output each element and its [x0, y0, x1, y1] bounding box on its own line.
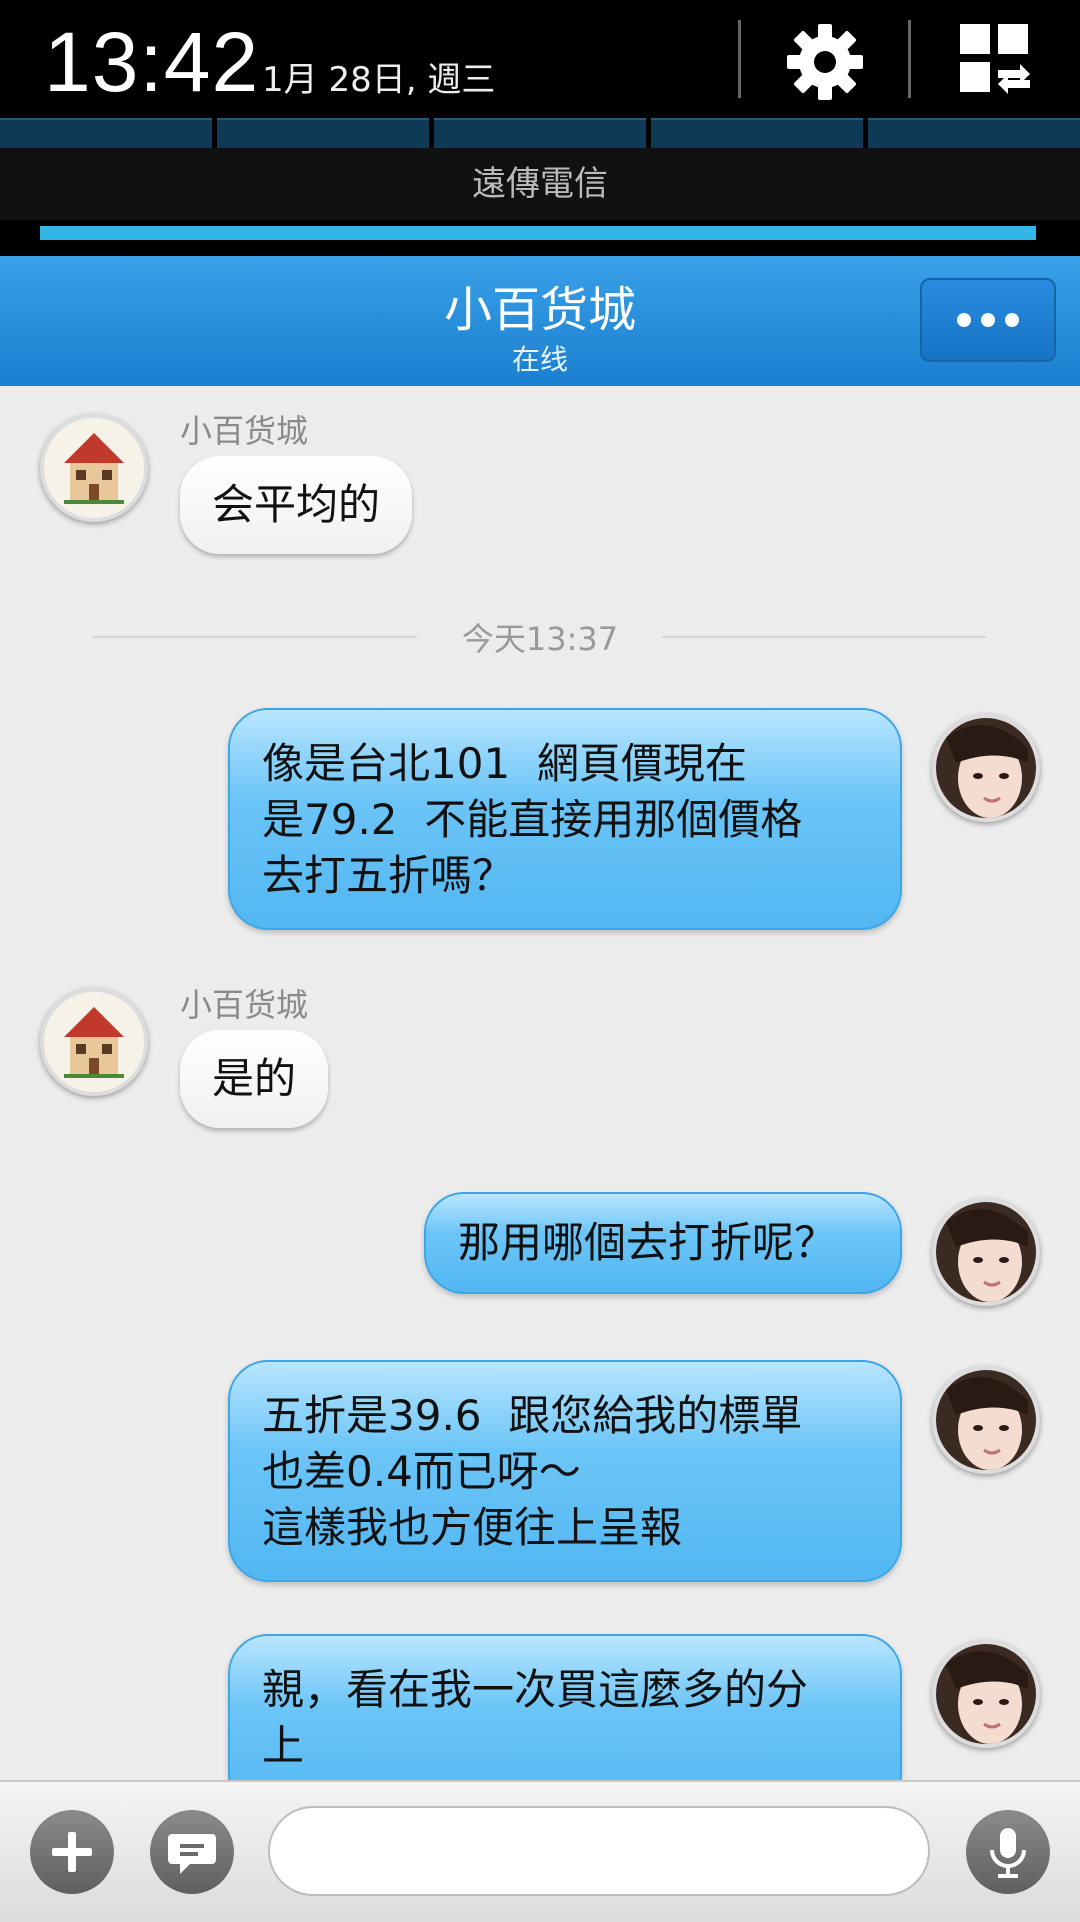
user-avatar[interactable] — [932, 1640, 1040, 1748]
online-status: 在线 — [511, 343, 568, 376]
message-list[interactable]: 小百货城 会平均的 今天13:37 像是台北101 網頁價現在 是79.2 不能… — [0, 386, 1080, 1780]
quick-tile[interactable] — [217, 118, 429, 150]
sender-name: 小百货城 — [180, 412, 309, 450]
divider — [738, 20, 741, 98]
divider — [92, 636, 417, 638]
shop-avatar[interactable] — [40, 988, 148, 1096]
quick-tile[interactable] — [434, 118, 646, 150]
outgoing-message[interactable]: 那用哪個去打折呢？ — [424, 1192, 902, 1294]
incoming-message[interactable]: 会平均的 — [180, 456, 413, 554]
gear-icon[interactable] — [785, 22, 865, 102]
user-avatar[interactable] — [932, 714, 1040, 822]
quick-tile[interactable] — [0, 118, 212, 150]
chat-title: 小百货城 — [443, 282, 636, 338]
more-dots-icon[interactable] — [920, 278, 1056, 362]
user-avatar[interactable] — [932, 1198, 1040, 1306]
chat-header: 小百货城 在线 — [0, 256, 1080, 386]
quick-settings-tiles — [0, 118, 1080, 150]
dot — [981, 313, 995, 327]
dot — [957, 313, 971, 327]
message-input[interactable] — [268, 1806, 930, 1896]
outgoing-message[interactable]: 五折是39.6 跟您給我的標單 也差0.4而已呀～ 這樣我也方便往上呈報 — [228, 1360, 902, 1582]
date: 1月 28日, 週三 — [262, 60, 496, 100]
quick-tile[interactable] — [868, 118, 1080, 150]
microphone-icon[interactable] — [966, 1810, 1050, 1894]
clock: 13:42 — [44, 15, 260, 109]
emoticon-icon[interactable] — [150, 1810, 234, 1894]
user-avatar[interactable] — [932, 1366, 1040, 1474]
dot — [1005, 313, 1019, 327]
plus-icon[interactable] — [30, 1810, 114, 1894]
timestamp-text: 今天13:37 — [461, 620, 619, 658]
incoming-message[interactable]: 是的 — [180, 1030, 329, 1128]
outgoing-message[interactable]: 親，看在我一次買這麼多的分 上 — [228, 1634, 902, 1780]
timestamp: 今天13:37 — [0, 614, 1080, 660]
quick-tile[interactable] — [651, 118, 863, 150]
brightness-slider[interactable] — [0, 220, 1080, 256]
grid-toggle-icon[interactable] — [958, 22, 1034, 98]
sender-name: 小百货城 — [180, 986, 309, 1024]
outgoing-message[interactable]: 像是台北101 網頁價現在 是79.2 不能直接用那個價格 去打五折嗎？ — [228, 708, 902, 930]
divider — [662, 636, 986, 638]
status-bar: 13:42 1月 28日, 週三 — [0, 0, 1080, 118]
shop-avatar[interactable] — [40, 414, 148, 522]
carrier-label: 遠傳電信 — [0, 148, 1080, 220]
brightness-bar — [40, 226, 1036, 240]
input-bar — [0, 1780, 1080, 1922]
divider — [908, 20, 911, 98]
